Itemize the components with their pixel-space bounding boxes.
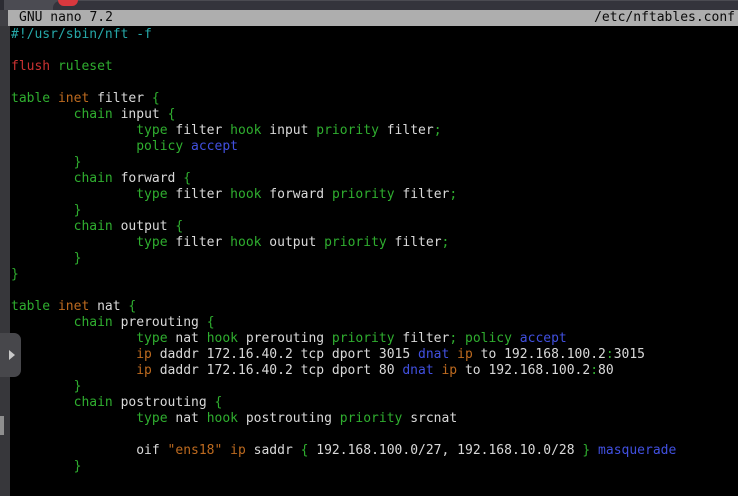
code-line: } — [11, 203, 676, 219]
code-line: type nat hook postrouting priority srcna… — [11, 411, 676, 427]
window-chrome-strip — [0, 0, 738, 10]
tab-favicon-red-icon — [58, 0, 78, 6]
code-line — [11, 283, 676, 299]
code-line: table inet nat { — [11, 299, 676, 315]
code-line: } — [11, 459, 676, 475]
code-line — [11, 427, 676, 443]
code-line: ip daddr 172.16.40.2 tcp dport 80 dnat i… — [11, 363, 676, 379]
code-line — [11, 43, 676, 59]
code-line: oif "ens18" ip saddr { 192.168.100.0/27,… — [11, 443, 676, 459]
code-line: type nat hook prerouting priority filter… — [11, 331, 676, 347]
code-line: policy accept — [11, 139, 676, 155]
code-line: chain prerouting { — [11, 315, 676, 331]
scrollbar-thumb[interactable] — [0, 416, 4, 435]
editor-buffer[interactable]: #!/usr/sbin/nft -f flush ruleset table ine… — [11, 27, 676, 475]
code-line: flush ruleset — [11, 59, 676, 75]
code-line: chain output { — [11, 219, 676, 235]
code-line: type filter hook output priority filter; — [11, 235, 676, 251]
nano-title-bar: GNU nano 7.2 /etc/nftables.conf — [0, 10, 738, 26]
code-line: chain input { — [11, 107, 676, 123]
title-bar-corner — [0, 10, 8, 26]
code-line: #!/usr/sbin/nft -f — [11, 27, 676, 43]
code-line: type filter hook input priority filter; — [11, 123, 676, 139]
code-line: type filter hook forward priority filter… — [11, 187, 676, 203]
code-line: ip daddr 172.16.40.2 tcp dport 3015 dnat… — [11, 347, 676, 363]
nano-version-label: GNU nano 7.2 — [19, 10, 113, 26]
code-line — [11, 75, 676, 91]
code-line: } — [11, 379, 676, 395]
browser-tab[interactable] — [53, 1, 738, 10]
code-line: chain postrouting { — [11, 395, 676, 411]
code-line: } — [11, 155, 676, 171]
code-line: } — [11, 251, 676, 267]
file-path-label: /etc/nftables.conf — [594, 10, 735, 26]
code-line: table inet filter { — [11, 91, 676, 107]
code-line: chain forward { — [11, 171, 676, 187]
terminal-window: GNU nano 7.2 /etc/nftables.conf #!/usr/s… — [0, 0, 738, 496]
window-edge-notch — [0, 0, 4, 10]
code-line: } — [11, 267, 676, 283]
